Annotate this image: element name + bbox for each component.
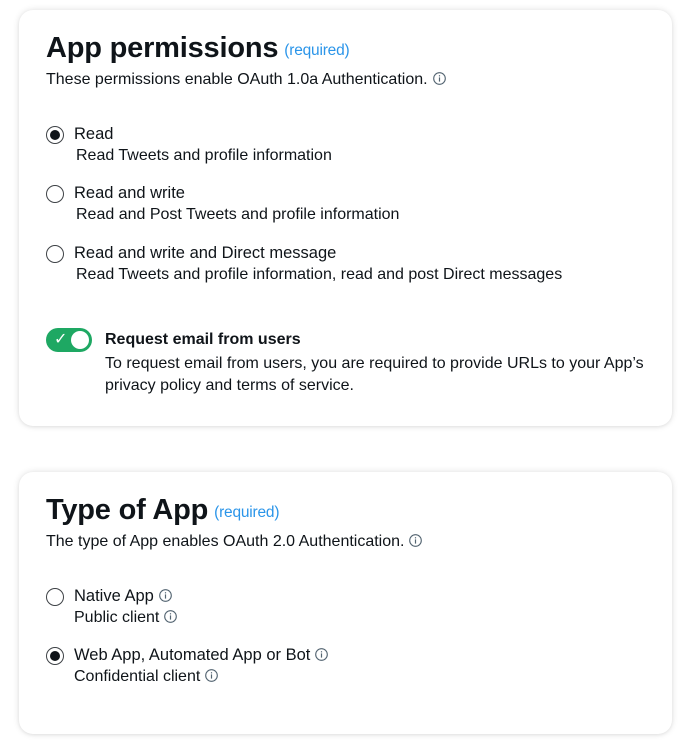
permission-option-label: Read and write and Direct message xyxy=(74,244,337,262)
app-type-option-label: Native App xyxy=(74,587,172,606)
app-type-option-label-text: Web App, Automated App or Bot xyxy=(74,646,311,664)
required-label: (required) xyxy=(214,504,280,521)
radio-button[interactable] xyxy=(46,588,64,606)
app-permissions-title: App permissions (required) xyxy=(46,32,350,65)
radio-button-selected[interactable] xyxy=(46,126,64,144)
info-icon[interactable] xyxy=(164,610,178,623)
info-icon[interactable] xyxy=(205,669,219,682)
type-of-app-title-text: Type of App xyxy=(46,494,209,526)
app-type-option-description: Confidential client xyxy=(74,668,219,686)
app-permissions-title-text: App permissions xyxy=(46,32,279,64)
permission-option-description: Read Tweets and profile information xyxy=(76,147,332,164)
request-email-description: To request email from users, you are req… xyxy=(105,355,644,394)
app-type-option-description-text: Public client xyxy=(74,609,160,626)
info-icon[interactable] xyxy=(432,72,446,85)
info-icon[interactable] xyxy=(315,648,329,661)
app-type-option-label-text: Native App xyxy=(74,587,154,605)
toggle-knob xyxy=(71,331,89,349)
radio-button-selected[interactable] xyxy=(46,647,64,665)
radio-button[interactable] xyxy=(46,185,64,203)
type-of-app-subtitle: The type of App enables OAuth 2.0 Authen… xyxy=(46,533,423,551)
info-icon[interactable] xyxy=(409,534,423,547)
checkmark-icon: ✓ xyxy=(54,331,68,348)
app-type-option-description: Public client xyxy=(74,609,178,627)
permission-option-label: Read xyxy=(74,125,114,143)
app-type-option-label: Web App, Automated App or Bot xyxy=(74,646,329,665)
request-email-toggle[interactable]: ✓ xyxy=(46,328,92,352)
permission-option-description: Read Tweets and profile information, rea… xyxy=(76,266,563,283)
permission-option-description: Read and Post Tweets and profile informa… xyxy=(76,206,400,223)
type-of-app-subtitle-text: The type of App enables OAuth 2.0 Authen… xyxy=(46,533,405,550)
app-type-option-description-text: Confidential client xyxy=(74,668,201,685)
app-permissions-subtitle: These permissions enable OAuth 1.0a Auth… xyxy=(46,71,446,89)
info-icon[interactable] xyxy=(158,589,172,602)
app-permissions-card: App permissions (required) These permissi… xyxy=(19,10,672,426)
app-permissions-subtitle-text: These permissions enable OAuth 1.0a Auth… xyxy=(46,71,428,88)
request-email-label: Request email from users xyxy=(105,331,301,348)
type-of-app-title: Type of App (required) xyxy=(46,494,280,527)
radio-button[interactable] xyxy=(46,245,64,263)
required-label: (required) xyxy=(284,42,350,59)
type-of-app-card: Type of App (required) The type of App en… xyxy=(19,472,672,734)
permission-option-label: Read and write xyxy=(74,184,185,202)
